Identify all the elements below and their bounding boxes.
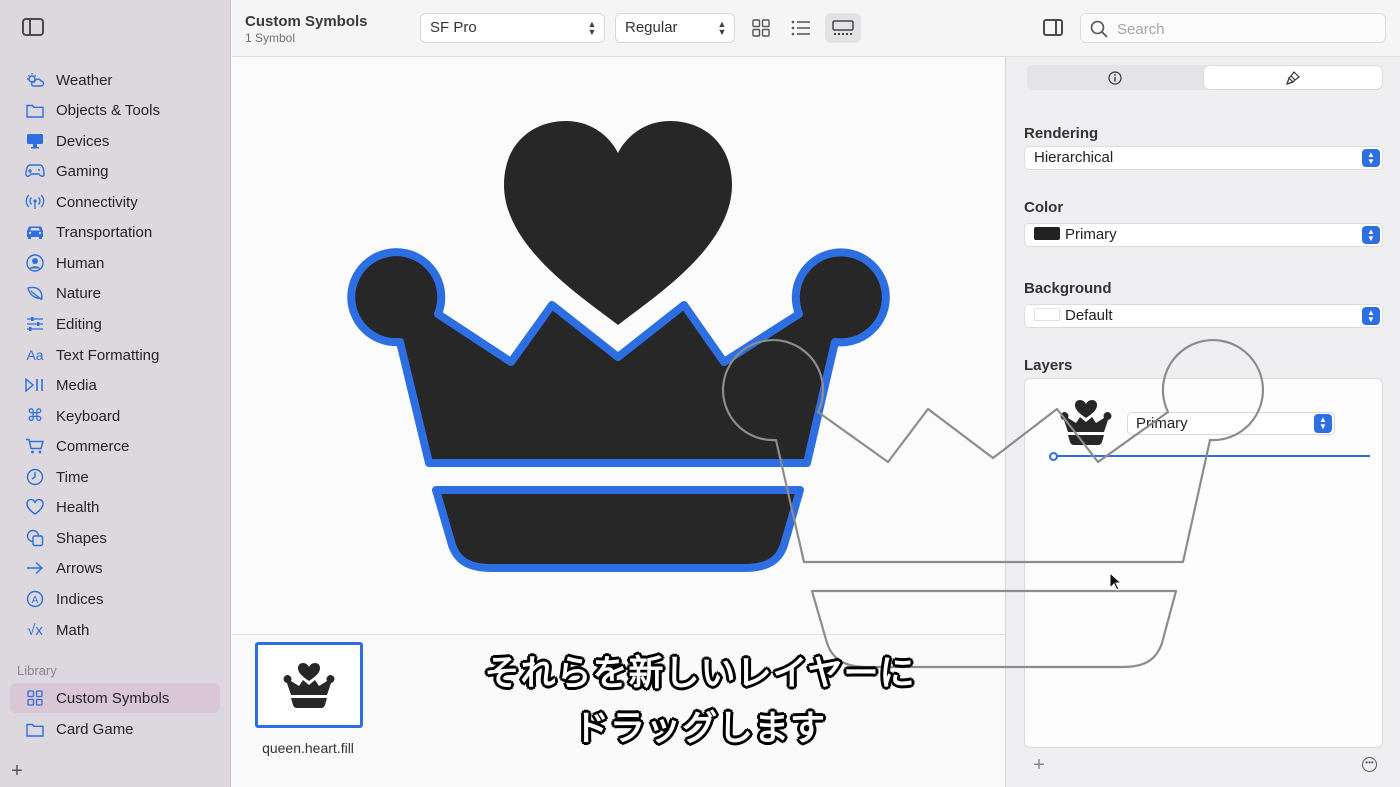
sidebar-item-text-formatting[interactable]: Aa Text Formatting xyxy=(10,340,220,370)
search-icon xyxy=(1090,20,1108,38)
add-layer-button[interactable]: + xyxy=(1031,754,1047,777)
sidebar-item-gaming[interactable]: Gaming xyxy=(10,156,220,186)
info-circle-icon xyxy=(1108,70,1122,85)
sidebar-item-human[interactable]: Human xyxy=(10,248,220,278)
sidebar-item-health[interactable]: Health xyxy=(10,492,220,522)
a-circle-icon: A xyxy=(25,589,45,609)
symbol-gallery: queen.heart.fill xyxy=(232,634,1005,787)
folder-icon xyxy=(25,100,45,120)
person-circle-icon xyxy=(25,253,45,273)
playpause-icon xyxy=(25,375,45,395)
svg-text:A: A xyxy=(32,595,39,606)
toolbar: Custom Symbols 1 Symbol SF Pro ▲ ▼ Regula… xyxy=(232,0,1400,57)
queen-heart-symbol-preview xyxy=(347,121,890,572)
color-popup[interactable]: Primary ▲ ▼ xyxy=(1024,223,1383,247)
library-section-label: Library xyxy=(17,663,57,678)
sidebar-item-commerce[interactable]: Commerce xyxy=(10,431,220,461)
sidebar-item-devices[interactable]: Devices xyxy=(10,126,220,156)
drop-indicator-line xyxy=(1050,455,1370,457)
desktop-icon xyxy=(25,131,45,151)
clock-icon xyxy=(25,467,45,487)
document-subtitle: 1 Symbol xyxy=(245,31,296,45)
appearance-tab[interactable] xyxy=(1204,66,1382,89)
background-swatch xyxy=(1034,308,1060,322)
layer-color-popup[interactable]: Primary ▲ ▼ xyxy=(1127,412,1335,435)
sidebar-item-custom-symbols[interactable]: Custom Symbols xyxy=(10,683,220,713)
arrow-right-icon xyxy=(25,558,45,578)
background-popup[interactable]: Default ▲ ▼ xyxy=(1024,304,1383,328)
search-field[interactable] xyxy=(1080,13,1386,43)
cart-icon xyxy=(25,436,45,456)
grid-view-icon xyxy=(752,19,770,37)
sidebar-item-connectivity[interactable]: Connectivity xyxy=(10,187,220,217)
sidebar-item-weather[interactable]: Weather xyxy=(10,65,220,95)
symbol-name-label: queen.heart.fill xyxy=(262,740,354,756)
info-tab[interactable] xyxy=(1027,65,1203,90)
gallery-view-icon xyxy=(832,20,854,35)
chevron-updown-icon: ▲ ▼ xyxy=(587,19,597,37)
heart-icon xyxy=(25,497,45,517)
inspector-segmented-control xyxy=(1027,65,1383,90)
crown-base-shape xyxy=(432,486,804,572)
layer-thumbnail-icon xyxy=(1060,400,1112,445)
antenna-icon xyxy=(25,192,45,212)
sidebar-item-nature[interactable]: Nature xyxy=(10,278,220,308)
rendering-popup[interactable]: Hierarchical ▲ ▼ xyxy=(1024,146,1383,170)
sliders-icon xyxy=(25,314,45,334)
folder-icon xyxy=(25,719,45,739)
grid-view-button[interactable] xyxy=(743,13,779,43)
weight-popup[interactable]: Regular ▲ ▼ xyxy=(615,13,735,43)
sidebar-item-arrows[interactable]: Arrows xyxy=(10,553,220,583)
sidebar-item-objects-tools[interactable]: Objects & Tools xyxy=(10,95,220,125)
chevron-updown-icon: ▲ ▼ xyxy=(1362,226,1380,244)
textformat-icon: Aa xyxy=(26,347,44,363)
paintbrush-icon xyxy=(1286,70,1300,85)
shapes-icon xyxy=(25,528,45,548)
sqrt-icon: √x xyxy=(27,621,43,639)
color-swatch xyxy=(1034,227,1060,241)
sidebar-item-media[interactable]: Media xyxy=(10,370,220,400)
rendering-label: Rendering xyxy=(1024,125,1099,142)
car-icon xyxy=(25,222,45,242)
cloud-sun-icon xyxy=(25,70,45,90)
heart-shape xyxy=(504,121,732,325)
chevron-updown-icon: ▲ ▼ xyxy=(1362,149,1380,167)
drop-indicator-dot xyxy=(1049,452,1058,461)
queen-heart-fill-icon xyxy=(283,663,335,708)
symbol-thumbnail[interactable] xyxy=(255,642,363,728)
leaf-icon xyxy=(25,283,45,303)
grid-icon xyxy=(25,688,45,708)
color-label: Color xyxy=(1024,199,1064,216)
layers-label: Layers xyxy=(1024,357,1073,374)
sidebar-item-math[interactable]: √x Math xyxy=(10,615,220,645)
sidebar-item-time[interactable]: Time xyxy=(10,462,220,492)
font-popup[interactable]: SF Pro ▲ ▼ xyxy=(420,13,605,43)
gamecontroller-icon xyxy=(25,161,45,181)
sidebar-item-card-game[interactable]: Card Game xyxy=(10,714,220,744)
command-icon: ⌘ xyxy=(26,406,44,425)
inspector-toggle-icon[interactable] xyxy=(1043,19,1063,36)
background-label: Background xyxy=(1024,280,1112,297)
list-view-icon xyxy=(791,20,810,36)
list-view-button[interactable] xyxy=(783,13,819,43)
more-options-icon[interactable]: ••• xyxy=(1362,757,1377,772)
sidebar-item-keyboard[interactable]: ⌘ Keyboard xyxy=(10,401,220,431)
sidebar-item-shapes[interactable]: Shapes xyxy=(10,523,220,553)
inspector-panel: Rendering Hierarchical ▲ ▼ Color Primary … xyxy=(1005,57,1400,787)
chevron-updown-icon: ▲ ▼ xyxy=(1314,414,1332,433)
sidebar-item-transportation[interactable]: Transportation xyxy=(10,217,220,247)
sidebar: Weather Objects & Tools Devices Gaming C… xyxy=(0,0,231,787)
add-library-button[interactable]: + xyxy=(8,760,26,782)
chevron-updown-icon: ▲ ▼ xyxy=(1362,307,1380,325)
layers-list[interactable]: Primary ▲ ▼ xyxy=(1024,378,1383,748)
sidebar-item-editing[interactable]: Editing xyxy=(10,309,220,339)
sidebar-item-indices[interactable]: A Indices xyxy=(10,584,220,614)
search-input[interactable] xyxy=(1117,19,1367,39)
gallery-view-button[interactable] xyxy=(825,13,861,43)
chevron-updown-icon: ▲ ▼ xyxy=(717,19,727,37)
document-title: Custom Symbols xyxy=(245,13,368,30)
symbol-canvas[interactable] xyxy=(232,57,1005,634)
sidebar-toggle-icon[interactable] xyxy=(22,18,44,36)
